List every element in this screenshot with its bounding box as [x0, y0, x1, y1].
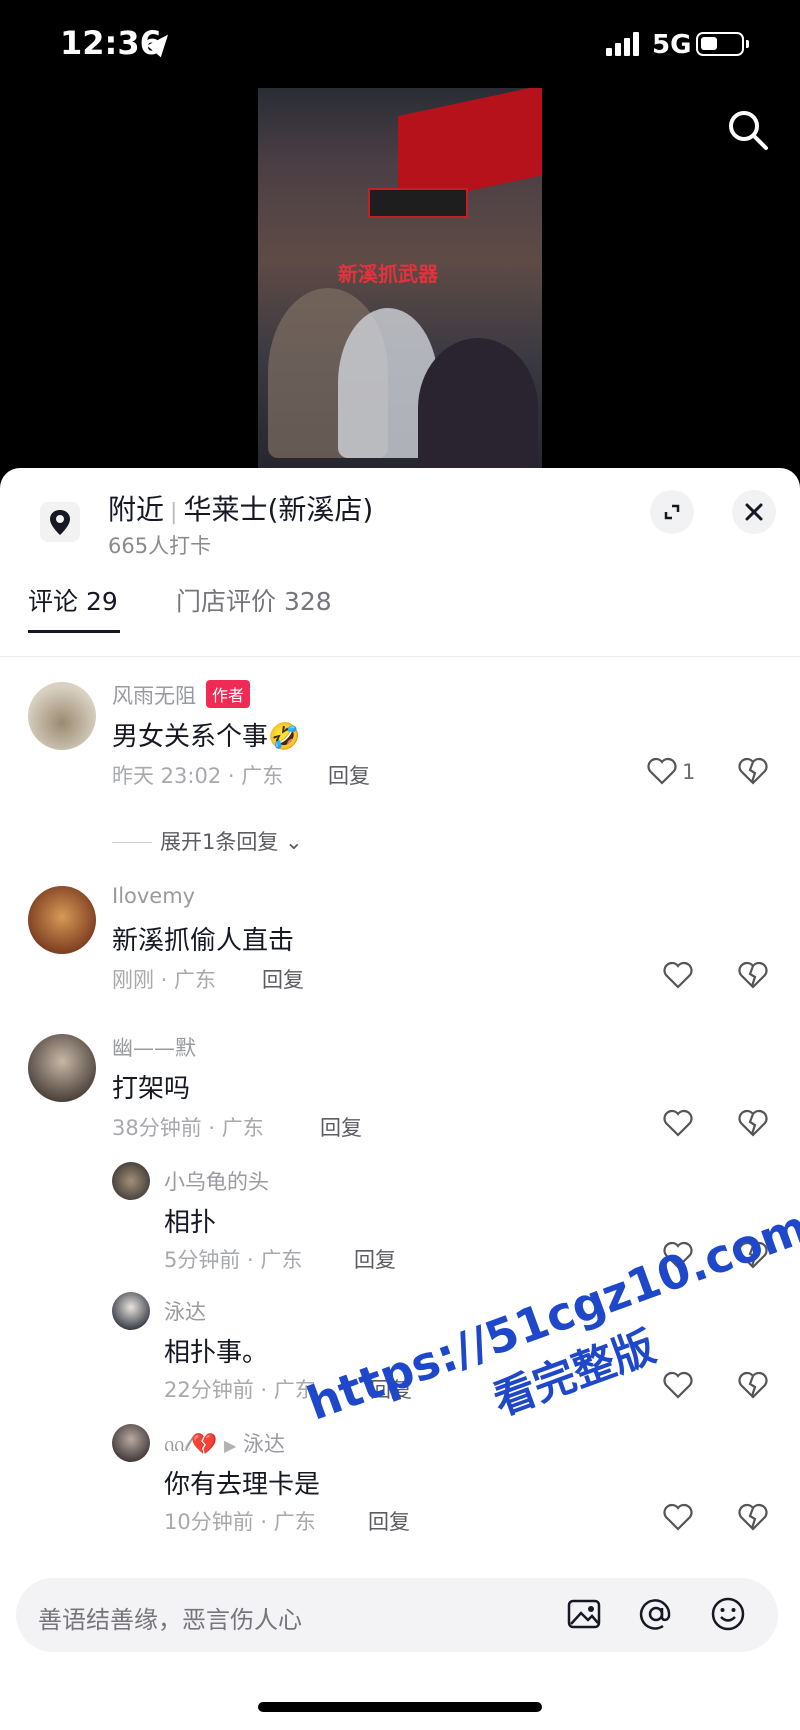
close-icon [745, 503, 763, 521]
avatar[interactable] [28, 886, 96, 954]
tab-bar: 评论 29 门店评价 328 [0, 568, 800, 633]
tab-comments[interactable]: 评论 29 [28, 582, 118, 618]
comment-text: 男女关系个事🤣 [112, 722, 301, 752]
heart-icon[interactable] [662, 960, 694, 990]
broken-heart-icon[interactable] [738, 1502, 768, 1532]
avatar[interactable] [28, 682, 96, 750]
divider [0, 656, 800, 657]
reply-text: 你有去理卡是 [164, 1470, 321, 1500]
comment-input[interactable]: 善语结善缘，恶言伤人心 [38, 1600, 302, 1635]
comment-item: 幽——默 打架吗 38分钟前 · 广东 回复 [0, 1028, 800, 1158]
video-crowd-shape [418, 338, 538, 470]
reply-meta: 22分钟前 · 广东 [164, 1378, 316, 1402]
location-label: 附近 [108, 493, 165, 526]
broken-heart-icon[interactable] [738, 960, 768, 990]
broken-heart-icon[interactable] [738, 1108, 768, 1138]
reply-text: 相扑事。 [164, 1338, 269, 1368]
comment-author[interactable]: 风雨无阻 作者 [112, 680, 251, 710]
author-name: 风雨无阻 [112, 684, 196, 708]
emoji-icon[interactable] [708, 1594, 748, 1634]
heart-icon[interactable] [662, 1370, 694, 1400]
reply-button[interactable]: 回复 [262, 964, 304, 994]
reply-button[interactable]: 回复 [368, 1506, 410, 1536]
tab-store-reviews[interactable]: 门店评价 328 [176, 582, 332, 618]
store-name: 华莱士(新溪店) [183, 493, 374, 526]
reply-button[interactable]: 回复 [320, 1112, 362, 1142]
broken-heart-icon[interactable] [738, 1370, 768, 1400]
comment-input-bar[interactable]: 善语结善缘，恶言伤人心 [16, 1578, 778, 1652]
heart-icon[interactable] [662, 1108, 694, 1138]
avatar[interactable] [112, 1292, 150, 1330]
comment-item: Ilovemy 新溪抓偷人直击 刚刚 · 广东 回复 [0, 880, 800, 1010]
active-tab-indicator [28, 630, 120, 633]
search-icon[interactable] [726, 108, 770, 152]
avatar[interactable] [28, 1034, 96, 1102]
expand-button[interactable] [650, 490, 694, 534]
status-time: 12:36 [60, 24, 162, 62]
comment-item: 风雨无阻 作者 男女关系个事🤣 昨天 23:02 · 广东 回复 1 [0, 676, 800, 836]
expand-icon [664, 504, 680, 520]
avatar[interactable] [112, 1162, 150, 1200]
heart-icon[interactable] [646, 756, 678, 786]
reply-author-name: ᦶ𝓁💔 [164, 1432, 218, 1456]
reply-text: 相扑 [164, 1208, 217, 1238]
comment-author[interactable]: Ilovemy [112, 884, 195, 908]
reply-button[interactable]: 回复 [354, 1244, 396, 1274]
reply-target-name: 泳达 [243, 1432, 286, 1456]
reply-author[interactable]: 泳达 [164, 1296, 206, 1326]
author-badge: 作者 [206, 680, 251, 708]
mention-icon[interactable] [636, 1594, 676, 1634]
reply-arrow-icon: ▶ [224, 1436, 237, 1455]
comment-author[interactable]: 幽——默 [112, 1032, 196, 1062]
battery-icon [696, 32, 749, 56]
status-bar: 12:36 5G [0, 0, 800, 90]
avatar[interactable] [112, 1424, 150, 1462]
expand-replies-label: 展开1条回复 [160, 830, 279, 854]
reply-button[interactable]: 回复 [328, 760, 370, 790]
network-type: 5G [652, 30, 692, 60]
video-sign-shape [368, 188, 468, 218]
comment-meta: 昨天 23:02 · 广东 [112, 764, 284, 788]
home-indicator[interactable] [258, 1702, 542, 1712]
video-caption: 新溪抓武器 [338, 262, 438, 286]
comment-text: 打架吗 [112, 1074, 191, 1104]
broken-heart-icon[interactable] [738, 756, 768, 786]
location-title[interactable]: 附近 | 华莱士(新溪店) [108, 488, 373, 528]
close-button[interactable] [732, 490, 776, 534]
like-count: 1 [682, 760, 696, 784]
checkin-count: 665人打卡 [108, 534, 212, 558]
image-icon[interactable] [564, 1594, 604, 1634]
location-pin-icon [40, 502, 80, 542]
reply-meta: 10分钟前 · 广东 [164, 1510, 316, 1534]
reply-meta: 5分钟前 · 广东 [164, 1248, 303, 1272]
signal-icon [606, 32, 644, 56]
comment-text: 新溪抓偷人直击 [112, 926, 295, 956]
reply-author[interactable]: 小乌龟的头 [164, 1166, 269, 1196]
heart-icon[interactable] [662, 1502, 694, 1532]
video-preview[interactable]: 新溪抓武器 [258, 88, 542, 470]
expand-replies-button[interactable]: 展开1条回复 ⌄ [112, 826, 303, 856]
comment-meta: 38分钟前 · 广东 [112, 1116, 264, 1140]
comment-meta: 刚刚 · 广东 [112, 968, 217, 992]
comments-panel: 附近 | 华莱士(新溪店) 665人打卡 评论 29 门店评价 328 风雨无阻 作者… [0, 468, 800, 1730]
reply-author[interactable]: ᦶ𝓁💔 ▶ 泳达 [164, 1428, 285, 1458]
